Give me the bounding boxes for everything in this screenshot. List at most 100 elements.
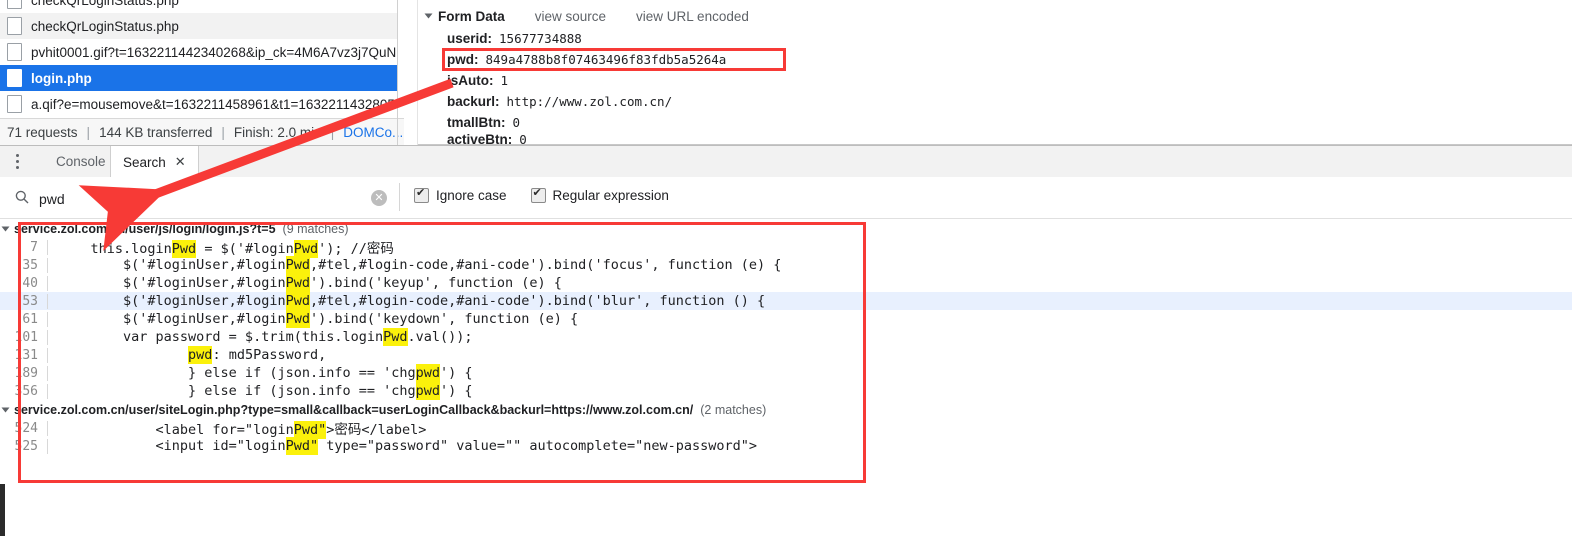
view-source-link[interactable]: view source <box>535 9 606 24</box>
network-request-row[interactable]: pvhit0001.gif?t=1632211442340268&ip_ck=4… <box>0 39 397 65</box>
network-request-row[interactable]: login.php <box>0 65 397 91</box>
code-text: = $('#login <box>196 241 294 257</box>
tab-search[interactable]: Search ✕ <box>110 146 199 178</box>
regular-expression-checkbox[interactable] <box>530 186 546 203</box>
result-code: } else if (json.info == 'chgpwd') { <box>48 382 473 400</box>
result-code: } else if (json.info == 'chgpwd') { <box>48 364 473 382</box>
result-group-header[interactable]: service.zol.com.cn/user/js/login/login.j… <box>0 219 1572 238</box>
code-text: .val()); <box>407 329 473 345</box>
result-line-number: 356 <box>0 383 48 399</box>
file-icon <box>7 69 22 87</box>
result-row[interactable]: 189 } else if (json.info == 'chgpwd') { <box>0 364 1572 382</box>
top-panel: checkQrLoginStatus.php checkQrLoginStatus… <box>0 0 1572 146</box>
code-text: : md5Password, <box>212 347 327 363</box>
tab-console[interactable]: Console <box>44 146 118 177</box>
drawer-tab-bar: Console Search ✕ <box>0 145 1572 179</box>
code-text: this.login <box>58 241 172 257</box>
view-url-encoded-link[interactable]: view URL encoded <box>636 9 749 24</box>
result-group-header[interactable]: service.zol.com.cn/user/siteLogin.php?ty… <box>0 400 1572 419</box>
result-code: var password = $.trim(this.loginPwd.val(… <box>48 328 473 346</box>
results-empty-area <box>0 484 1572 536</box>
result-line-number: 40 <box>0 275 48 291</box>
code-text: ,#tel,#login-code,#ani-code').bind('focu… <box>309 257 782 273</box>
search-options: Ignore case Regular expression <box>414 186 693 203</box>
result-line-number: 131 <box>0 347 48 363</box>
form-data-row: userid: 15677734888 <box>418 28 1572 49</box>
code-text: ').bind('keyup', function (e) { <box>309 275 562 291</box>
result-row[interactable]: 35 $('#loginUser,#loginPwd,#tel,#login-c… <box>0 256 1572 274</box>
regular-expression-option[interactable]: Regular expression <box>530 186 669 203</box>
form-data-row: tmallBtn: 0 <box>418 112 1572 133</box>
form-data-header[interactable]: Form Data view source view URL encoded <box>418 4 1572 28</box>
chevron-down-icon <box>1 226 10 231</box>
form-data-row: backurl: http://www.zol.com.cn/ <box>418 91 1572 112</box>
result-row[interactable]: 40 $('#loginUser,#loginPwd').bind('keyup… <box>0 274 1572 292</box>
result-row[interactable]: 131 pwd: md5Password, <box>0 346 1572 364</box>
result-line-number: 101 <box>0 329 48 345</box>
result-row[interactable]: 356 } else if (json.info == 'chgpwd') { <box>0 382 1572 400</box>
drawer-left-rail-lower <box>0 484 5 536</box>
network-request-row[interactable]: checkQrLoginStatus.php <box>0 0 397 13</box>
result-line-number: 189 <box>0 365 48 381</box>
ignore-case-option[interactable]: Ignore case <box>414 186 507 203</box>
network-request-list[interactable]: checkQrLoginStatus.php checkQrLoginStatus… <box>0 0 397 118</box>
status-separator-1: | <box>86 125 91 140</box>
result-code: $('#loginUser,#loginPwd').bind('keyup', … <box>48 274 562 292</box>
search-results[interactable]: service.zol.com.cn/user/js/login/login.j… <box>0 219 1572 484</box>
devtools-screenshot: checkQrLoginStatus.php checkQrLoginStatus… <box>0 0 1572 536</box>
match-highlight: Pwd <box>285 310 310 328</box>
more-options-icon[interactable] <box>16 154 20 170</box>
file-icon <box>7 17 22 35</box>
result-code: <label for="loginPwd">密码</label> <box>48 418 427 439</box>
form-data-title: Form Data <box>438 8 505 24</box>
clear-search-icon[interactable]: ✕ <box>371 190 387 206</box>
ignore-case-checkbox[interactable] <box>414 186 429 203</box>
code-text: <input id="login <box>58 438 286 454</box>
status-separator-2: | <box>221 125 225 140</box>
network-request-row[interactable]: checkQrLoginStatus.php <box>0 13 397 39</box>
chevron-down-icon <box>424 13 433 19</box>
network-request-name: checkQrLoginStatus.php <box>31 18 179 34</box>
search-input[interactable] <box>37 188 361 210</box>
search-icon <box>15 190 29 204</box>
file-icon <box>7 0 22 9</box>
result-row[interactable]: 525 <input id="loginPwd" type="password"… <box>0 437 1572 455</box>
code-text: '); //密码 <box>318 241 394 257</box>
result-code: $('#loginUser,#loginPwd').bind('keydown'… <box>48 310 578 328</box>
file-icon <box>7 43 22 61</box>
result-code: this.loginPwd = $('#loginPwd'); //密码 <box>48 237 394 258</box>
form-data-rows: userid: 15677734888 pwd: 849a4788b8f0746349… <box>418 28 1572 145</box>
result-row[interactable]: 524 <label for="loginPwd">密码</label> <box>0 418 1572 439</box>
result-code: $('#loginUser,#loginPwd,#tel,#login-code… <box>48 292 765 310</box>
form-data-value: http://www.zol.com.cn/ <box>506 94 673 109</box>
result-row[interactable]: 101 var password = $.trim(this.loginPwd.… <box>0 328 1572 346</box>
match-highlight: Pwd" <box>285 437 319 455</box>
ignore-case-label: Ignore case <box>436 188 507 203</box>
tab-search-label: Search <box>123 154 166 170</box>
match-highlight: Pwd <box>285 292 310 310</box>
network-request-name: a.qif?e=mousemove&t=1632211458961&t1=163… <box>31 96 395 112</box>
status-separator-3: | <box>330 125 335 140</box>
result-code: <input id="loginPwd" type="password" val… <box>48 437 757 455</box>
form-data-row: isAuto: 1 <box>418 70 1572 91</box>
match-highlight: Pwd <box>285 274 310 292</box>
result-code: $('#loginUser,#loginPwd,#tel,#login-code… <box>48 256 782 274</box>
match-highlight: pwd <box>415 382 441 400</box>
result-match-count: (2 matches) <box>700 402 767 417</box>
search-options-divider <box>399 183 400 211</box>
form-data-key: backurl: <box>447 94 500 109</box>
result-row[interactable]: 53 $('#loginUser,#loginPwd,#tel,#login-c… <box>0 292 1572 310</box>
result-row[interactable]: 7 this.loginPwd = $('#loginPwd'); //密码 <box>0 237 1572 258</box>
code-text: ') { <box>440 383 473 399</box>
domcontentloaded-label: DOMCo... <box>343 125 404 140</box>
code-text: >密码</label> <box>326 422 427 438</box>
close-icon[interactable]: ✕ <box>175 154 186 170</box>
code-text: ') { <box>440 365 473 381</box>
form-data-value: 0 <box>512 115 521 130</box>
result-row[interactable]: 61 $('#loginUser,#loginPwd').bind('keydo… <box>0 310 1572 328</box>
form-data-key: isAuto: <box>447 73 494 88</box>
network-request-row[interactable]: a.qif?e=mousemove&t=1632211458961&t1=163… <box>0 91 397 117</box>
form-data-key: userid: <box>447 31 493 46</box>
result-line-number: 35 <box>0 257 48 273</box>
result-line-number: 525 <box>0 438 48 454</box>
